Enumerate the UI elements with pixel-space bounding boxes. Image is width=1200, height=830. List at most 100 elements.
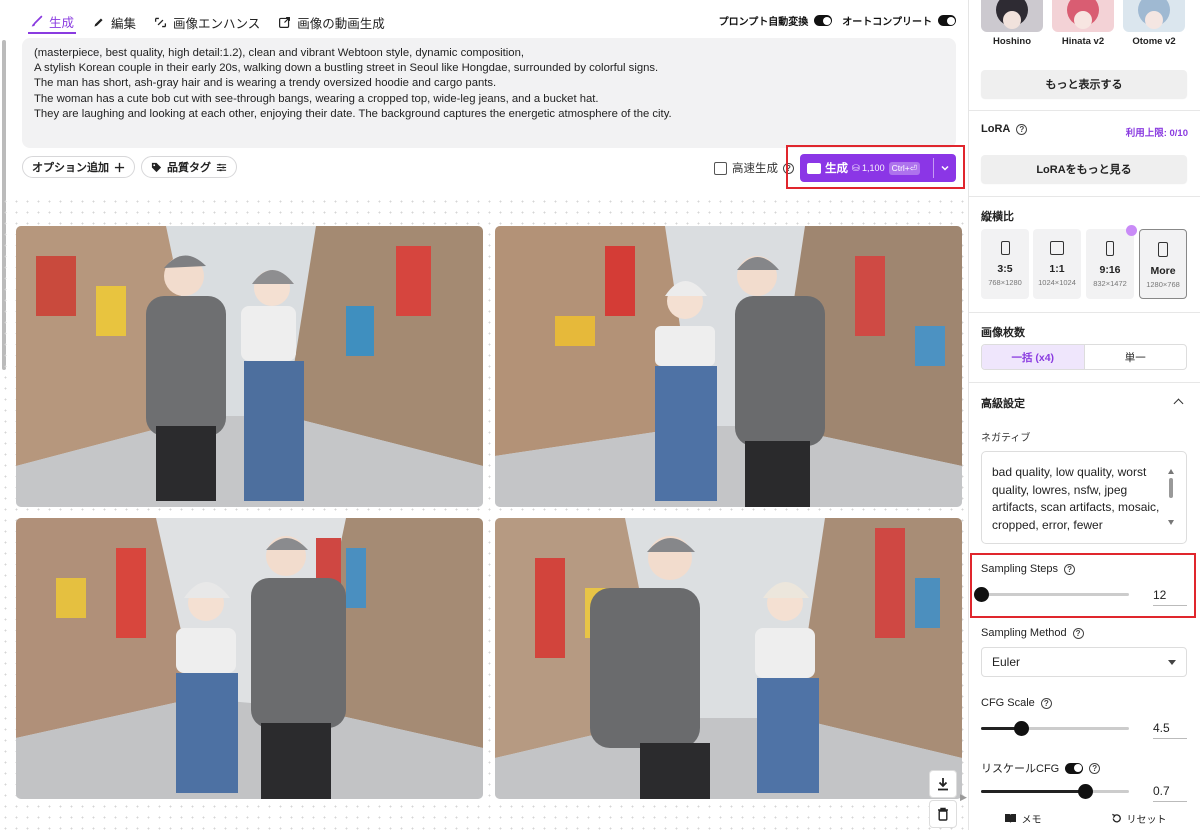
tab-enhance[interactable]: 画像エンハンス bbox=[152, 10, 262, 34]
aspect-name: 1:1 bbox=[1049, 263, 1065, 275]
sampling-steps-value[interactable]: 12 bbox=[1153, 588, 1187, 606]
help-icon[interactable]: ? bbox=[1040, 697, 1052, 709]
cfg-value[interactable]: 4.5 bbox=[1153, 721, 1187, 739]
generate-dropdown[interactable] bbox=[934, 163, 956, 173]
quality-tag-button[interactable]: 品質タグ bbox=[141, 156, 237, 178]
slider-fill bbox=[981, 790, 1085, 793]
tab-edit[interactable]: 編集 bbox=[90, 10, 138, 34]
generate-cost: ⛁ 1,100 bbox=[852, 162, 885, 173]
rescale-cfg-slider[interactable] bbox=[981, 784, 1129, 799]
street-couple-image bbox=[16, 518, 483, 799]
tab-generate[interactable]: 生成 bbox=[28, 10, 77, 34]
negative-label: ネガティブ bbox=[981, 433, 1031, 444]
help-icon[interactable]: ? bbox=[1072, 627, 1084, 639]
generate-main[interactable]: 生成 ⛁ 1,100 Ctrl+⏎ bbox=[800, 154, 933, 182]
generated-image[interactable] bbox=[495, 226, 962, 507]
slider-knob[interactable] bbox=[1077, 784, 1093, 799]
textarea-scrollbar[interactable] bbox=[1168, 468, 1174, 526]
slider-knob[interactable] bbox=[974, 587, 989, 602]
cfg-slider[interactable] bbox=[981, 721, 1129, 736]
reset-button[interactable]: リセット bbox=[1111, 811, 1167, 826]
fast-generation-checkbox[interactable] bbox=[714, 161, 727, 175]
aspect-name: 9:16 bbox=[1099, 264, 1121, 276]
tag-icon bbox=[151, 162, 162, 172]
help-icon[interactable]: ? bbox=[1064, 563, 1076, 575]
add-option-label: オプション追加 bbox=[32, 162, 109, 174]
aspect-size: 1280×768 bbox=[1146, 280, 1180, 289]
aspect-size: 768×1280 bbox=[988, 278, 1022, 287]
model-card-otome[interactable]: Otome v2 bbox=[1123, 0, 1185, 52]
advanced-title-text: 高級設定 bbox=[981, 398, 1025, 410]
lora-limit: 利用上限: 0/10 bbox=[1125, 128, 1188, 139]
show-more-models-button[interactable]: もっと表示する bbox=[981, 70, 1187, 98]
generate-button[interactable]: 生成 ⛁ 1,100 Ctrl+⏎ bbox=[800, 154, 956, 182]
aspect-size: 832×1472 bbox=[1093, 279, 1127, 288]
aspect-1-1[interactable]: 1:1 1024×1024 bbox=[1033, 229, 1081, 299]
divider bbox=[969, 382, 1200, 383]
generated-image[interactable] bbox=[16, 518, 483, 799]
generated-image[interactable] bbox=[495, 518, 962, 799]
help-icon[interactable]: ? bbox=[1089, 762, 1101, 774]
street-couple-image bbox=[16, 226, 483, 507]
help-icon[interactable]: ? bbox=[1016, 123, 1028, 135]
aspect-name: 3:5 bbox=[997, 263, 1013, 275]
plus-icon bbox=[114, 162, 125, 172]
tall-portrait-icon bbox=[1106, 241, 1114, 256]
more-aspect-icon bbox=[1158, 242, 1168, 257]
autocomplete-switch[interactable] bbox=[938, 15, 956, 26]
tab-label: 生成 bbox=[49, 15, 75, 30]
advanced-title[interactable]: 高級設定 bbox=[981, 395, 1025, 411]
sampling-method-value: Euler bbox=[992, 655, 1021, 669]
sliders-icon bbox=[216, 163, 227, 171]
street-couple-image bbox=[495, 226, 962, 507]
sampling-steps-title: Sampling Steps ? bbox=[981, 563, 1076, 575]
image-count-title-text: 画像枚数 bbox=[981, 327, 1025, 339]
prompt-line: (masterpiece, best quality, high detail:… bbox=[34, 47, 524, 59]
tab-image-to-video[interactable]: 画像の動画生成 bbox=[276, 10, 387, 34]
cfg-label: CFG Scale bbox=[981, 697, 1035, 709]
tab-label: 編集 bbox=[111, 16, 137, 31]
auto-prompt-switch[interactable] bbox=[814, 15, 833, 26]
prompt-line: The man has short, ash-gray hair and is … bbox=[34, 77, 497, 90]
model-card-hinata[interactable]: Hinata v2 bbox=[1052, 0, 1114, 52]
panel-footer: メモ リセット bbox=[969, 806, 1200, 830]
rescale-cfg-value[interactable]: 0.7 bbox=[1153, 784, 1187, 802]
enhance-icon bbox=[155, 17, 167, 27]
negative-prompt-input[interactable]: bad quality, low quality, worst quality,… bbox=[981, 451, 1187, 544]
batch-option[interactable]: 一括 (x4) bbox=[982, 345, 1085, 369]
aspect-3-5[interactable]: 3:5 768×1280 bbox=[981, 229, 1029, 299]
generated-image[interactable] bbox=[16, 226, 483, 507]
aspect-title: 縦横比 bbox=[981, 208, 1014, 224]
add-option-button[interactable]: オプション追加 bbox=[22, 156, 135, 178]
premium-crown-icon bbox=[1126, 225, 1137, 236]
generate-label: 生成 bbox=[825, 163, 848, 175]
model-name: Hinata v2 bbox=[1061, 36, 1105, 47]
chevron-up-icon[interactable] bbox=[1173, 398, 1184, 409]
aspect-9-16[interactable]: 9:16 832×1472 bbox=[1086, 225, 1137, 299]
auto-prompt-toggle-row: プロンプト自動変換 bbox=[719, 13, 833, 28]
lora-title: LoRA ? bbox=[981, 123, 1028, 135]
aspect-more[interactable]: More 1280×768 bbox=[1139, 229, 1187, 299]
divider bbox=[969, 196, 1200, 197]
prompt-line: The woman has a cute bob cut with see-th… bbox=[34, 92, 599, 105]
download-button[interactable] bbox=[929, 770, 957, 798]
prompt-input[interactable]: (masterpiece, best quality, high detail:… bbox=[22, 38, 956, 148]
prompt-chips: オプション追加 品質タグ bbox=[22, 156, 237, 178]
pencil-icon bbox=[94, 17, 103, 27]
trash-icon bbox=[938, 807, 948, 821]
aspect-title-text: 縦横比 bbox=[981, 211, 1014, 223]
sampling-method-select[interactable]: Euler bbox=[981, 647, 1187, 677]
model-card-hoshino[interactable]: Hoshino bbox=[981, 0, 1043, 52]
more-lora-button[interactable]: LoRAをもっと見る bbox=[981, 155, 1187, 183]
slider-knob[interactable] bbox=[1013, 721, 1029, 736]
rescale-cfg-switch[interactable] bbox=[1065, 762, 1084, 774]
single-option[interactable]: 単一 bbox=[1085, 345, 1187, 369]
memo-button[interactable]: メモ bbox=[1004, 811, 1042, 826]
sampling-steps-slider[interactable] bbox=[974, 587, 1129, 602]
model-thumbnail bbox=[1123, 0, 1185, 32]
delete-button[interactable] bbox=[929, 800, 957, 828]
collapse-panel-icon[interactable]: ▶ bbox=[960, 792, 967, 803]
sampling-steps-label: Sampling Steps bbox=[981, 563, 1059, 575]
fast-generation: 高速生成 ? bbox=[714, 160, 794, 176]
cfg-title: CFG Scale ? bbox=[981, 697, 1052, 709]
